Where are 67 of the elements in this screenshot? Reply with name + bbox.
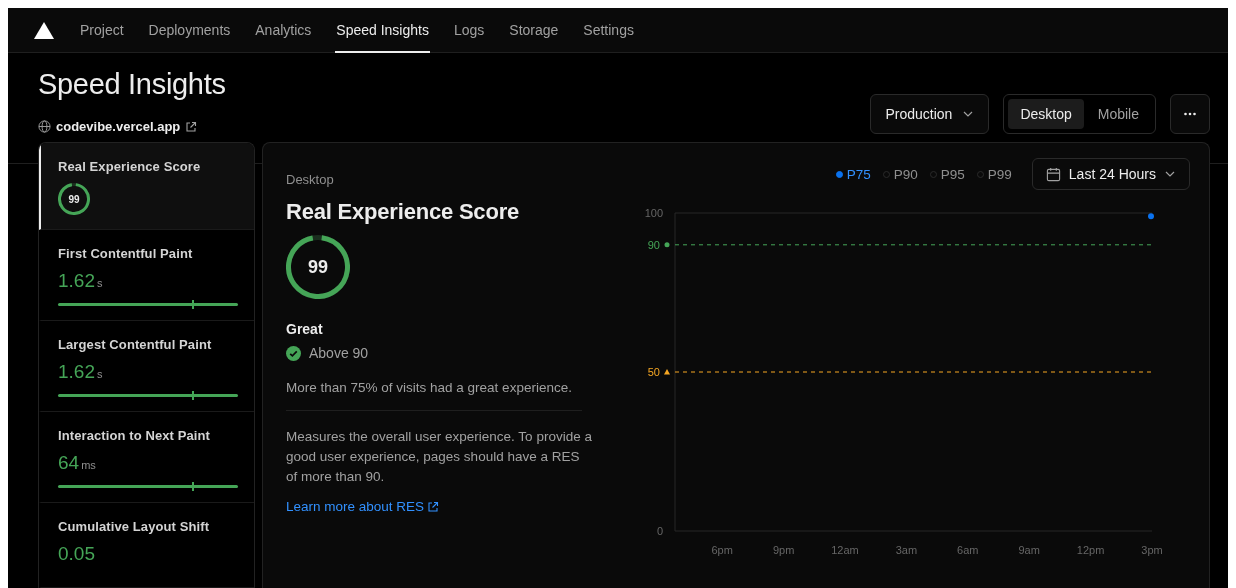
nav-tab[interactable]: Project	[79, 8, 125, 53]
summary-text: More than 75% of visits had a great experience.	[286, 380, 582, 411]
threshold-marker	[664, 242, 670, 248]
metric-value: 0.05	[58, 543, 95, 565]
description-text: Measures the overall user experience. To provide a good user experience, pages should have a RES of more than 90.	[286, 428, 592, 486]
panel-title: Real Experience Score	[286, 199, 521, 225]
score-value: 99	[308, 256, 328, 278]
environment-dropdown[interactable]: Production	[870, 94, 990, 134]
metric-title: Cumulative Layout Shift	[58, 519, 211, 534]
axis-label: 6am	[957, 544, 979, 556]
percentile-option[interactable]: P90	[882, 166, 918, 182]
threshold-marker	[664, 369, 670, 375]
axis-label: 50	[647, 366, 660, 378]
external-link-icon	[185, 120, 198, 133]
axis-label: 90	[647, 238, 660, 251]
metric-card[interactable]: Largest Contentful Paint 1.62 s	[39, 321, 254, 412]
calendar-icon	[1045, 166, 1061, 182]
score-value: 99	[68, 193, 80, 205]
nav-tab[interactable]: Analytics	[254, 8, 313, 53]
axis-label: 0	[656, 525, 663, 537]
axis-label: 12pm	[1076, 544, 1105, 556]
check-circle-icon	[286, 345, 301, 361]
axis-label: 9am	[1018, 544, 1040, 556]
metric-title: Real Experience Score	[58, 159, 202, 174]
globe-icon	[38, 120, 51, 133]
time-range-dropdown[interactable]: Last 24 Hours	[1031, 158, 1190, 190]
status-text: Above 90	[309, 345, 369, 361]
axis-label: 100	[644, 207, 663, 219]
metric-card[interactable]: First Contentful Paint 1.62 s	[39, 230, 254, 321]
metric-value: 1.62	[58, 270, 95, 292]
rating-label: Great	[286, 321, 324, 337]
percentile-option[interactable]: P95	[929, 166, 965, 182]
score-ring	[286, 235, 350, 299]
metric-unit: s	[97, 277, 103, 289]
percentile-option[interactable]: P99	[976, 166, 1012, 182]
learn-more-link[interactable]: Learn more about RES	[286, 499, 606, 514]
device-label: Desktop	[286, 172, 335, 187]
page-title: Speed Insights	[38, 68, 226, 101]
metric-card[interactable]: Interaction to Next Paint 64 ms	[39, 412, 254, 503]
axis-label: 3pm	[1141, 544, 1163, 556]
metric-unit: ms	[81, 459, 96, 471]
device-option[interactable]: Desktop	[1008, 99, 1084, 129]
data-point	[1148, 213, 1154, 220]
metric-value: 1.62	[58, 361, 95, 383]
nav-tab[interactable]: Speed Insights	[335, 8, 430, 53]
score-ring	[58, 183, 90, 215]
metric-title: First Contentful Paint	[58, 246, 194, 261]
axis-label: 12am	[831, 544, 859, 556]
device-option[interactable]: Mobile	[1085, 99, 1151, 129]
axis-label: 9pm	[772, 544, 795, 556]
metric-value: 64	[58, 452, 80, 474]
nav-tab[interactable]: Logs	[452, 8, 486, 53]
metric-unit: s	[97, 368, 103, 380]
more-icon	[1184, 112, 1196, 116]
site-link[interactable]: codevibe.vercel.app	[56, 119, 181, 134]
nav-tab[interactable]: Deployments	[147, 8, 232, 53]
axis-label: 6pm	[711, 544, 733, 556]
metric-title: Interaction to Next Paint	[58, 428, 212, 443]
metric-card[interactable]: Cumulative Layout Shift 0.05	[39, 503, 254, 588]
percentile-option[interactable]: P75	[835, 166, 871, 182]
metric-title: Largest Contentful Paint	[58, 337, 213, 352]
axis-label: 3am	[895, 544, 918, 556]
external-link-icon	[427, 500, 440, 513]
nav-tab[interactable]: Settings	[582, 8, 635, 53]
triangle-logo-icon[interactable]	[34, 21, 54, 39]
nav-tab[interactable]: Storage	[508, 8, 560, 53]
metric-card[interactable]: Real Experience Score 99	[39, 143, 254, 230]
